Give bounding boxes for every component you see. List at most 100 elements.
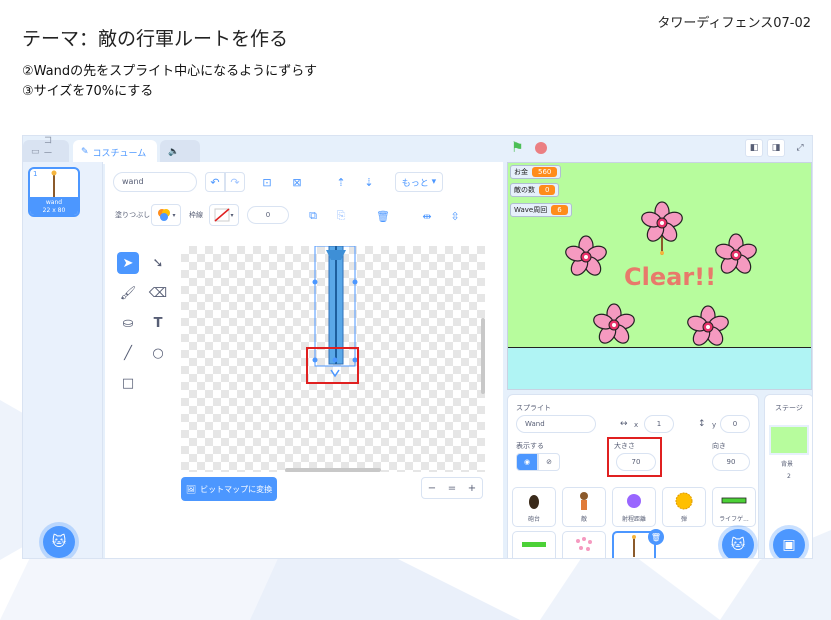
costume-label: wand 22 x 80 — [30, 197, 78, 215]
blossom-cluster-icon — [563, 532, 605, 558]
backdrop-thumbnail[interactable] — [769, 425, 809, 455]
undo-icon[interactable]: ↶ — [205, 172, 225, 192]
circle-tool-icon[interactable]: ○ — [147, 342, 169, 364]
scratch-editor: ▭ コード ✎ コスチューム 🔈 1 wand 22 x 80 🐱 — [22, 135, 813, 559]
select-tool-icon[interactable]: ➤ — [117, 252, 139, 274]
brush-tool-icon[interactable]: 🖌 — [117, 282, 139, 304]
convert-label: ビットマップに変換 — [200, 484, 273, 494]
costume-thumbnail[interactable]: 1 wand 22 x 80 — [28, 167, 80, 217]
stage-water — [508, 347, 811, 389]
sprite-tile-bullet[interactable]: 弾 — [662, 487, 706, 527]
group-icon[interactable]: ⊡ — [257, 172, 277, 192]
sprite-tile-lifegauge[interactable]: ライフゲ... — [712, 487, 756, 527]
costume-name-input[interactable]: wand — [113, 172, 197, 192]
x-position-input[interactable]: 1 — [644, 415, 674, 433]
chevron-down-icon: ▾ — [428, 177, 437, 187]
tab-code[interactable]: ▭ コード — [23, 136, 69, 172]
show-visible-button[interactable]: ◉ — [516, 453, 538, 471]
sprite-tile-label: 敵 — [580, 516, 587, 523]
blossom-sprite — [713, 233, 759, 277]
zoom-reset-icon[interactable]: = — [442, 478, 462, 498]
fill-tool-icon[interactable]: ⛀ — [117, 312, 139, 334]
more-label: もっと — [401, 178, 429, 189]
tab-costume[interactable]: ✎ コスチューム — [73, 140, 157, 164]
stage[interactable]: お金 560 敵の数 0 Wave周回 6 Clear!! — [507, 162, 812, 390]
costume-list: 1 wand 22 x 80 🐱 — [23, 162, 103, 558]
y-position-input[interactable]: 0 — [720, 415, 750, 433]
delete-sprite-icon[interactable]: 🗑 — [648, 529, 664, 545]
backward-icon[interactable]: ⇣ — [359, 172, 379, 192]
chevron-down-icon: ▾ — [172, 211, 176, 219]
delete-icon[interactable]: 🗑 — [373, 206, 393, 226]
zoom-in-icon[interactable]: + — [462, 478, 482, 498]
instruction-step-3: ③サイズを70%にする — [22, 84, 154, 99]
sprite-tile-cannon[interactable]: 砲台 — [512, 487, 556, 527]
text-tool-icon[interactable]: T — [147, 312, 169, 334]
green-flag-icon[interactable]: ⚑ — [511, 140, 527, 156]
enemy-icon — [563, 488, 605, 514]
sprite-tile-range[interactable]: 射程距離 — [612, 487, 656, 527]
green-bar-icon — [513, 532, 555, 558]
cannon-icon — [513, 488, 555, 514]
no-color-icon — [214, 208, 230, 222]
paste-icon[interactable]: ⎘ — [331, 206, 351, 226]
editor-tabs: ▭ コード ✎ コスチューム 🔈 — [23, 136, 503, 172]
reshape-tool-icon[interactable]: ➘ — [147, 252, 169, 274]
copy-icon[interactable]: ⧉ — [303, 206, 323, 226]
stage-toolbar: ⚑ ◧ ◨ ⤢ — [507, 136, 812, 162]
y-label: y — [712, 421, 717, 429]
sprite-tile-label: 射程距離 — [621, 516, 646, 523]
cat-icon: 🐱 — [51, 534, 67, 550]
flip-horizontal-icon[interactable]: ⇹ — [417, 206, 437, 226]
fill-color-picker[interactable]: ▾ — [151, 204, 181, 226]
paint-editor: wand ↶ ↷ ⊡ ⊠ ⇡ ⇣ もっと ▾ 塗りつぶし ▾ 枠線 ▾ 0 ⧉ … — [105, 162, 503, 558]
tab-sound[interactable]: 🔈 — [160, 140, 200, 164]
direction-input[interactable]: 90 — [712, 453, 750, 471]
stage-title: ステージ — [775, 404, 803, 412]
sprite-tile-blossom[interactable] — [562, 531, 606, 558]
slide-title: テーマ：敵の行軍ルートを作る — [22, 28, 289, 50]
eraser-tool-icon[interactable]: ⌫ — [147, 282, 169, 304]
costume-number: 1 — [33, 170, 38, 178]
sprite-tile-label: ライフゲ... — [719, 516, 749, 523]
rectangle-tool-icon[interactable]: □ — [117, 372, 139, 394]
direction-label: 向き — [712, 442, 726, 450]
sprite-tile-bar[interactable] — [512, 531, 556, 558]
add-costume-button[interactable]: 🐱 — [43, 526, 75, 558]
stop-icon[interactable] — [535, 142, 547, 154]
add-sprite-button[interactable]: 🐱 — [722, 529, 754, 558]
convert-to-bitmap-button[interactable]: 🖼 ビットマップに変換 — [181, 477, 277, 501]
sprite-label: スプライト — [516, 404, 551, 412]
line-tool-icon[interactable]: ╱ — [117, 342, 139, 364]
x-label: x — [634, 421, 639, 429]
sprite-tile-label: 弾 — [680, 516, 687, 523]
small-stage-icon[interactable]: ◧ — [745, 139, 763, 157]
add-backdrop-button[interactable]: ▣ — [773, 529, 805, 558]
zoom-controls: − = + — [421, 477, 483, 499]
forward-icon[interactable]: ⇡ — [331, 172, 351, 192]
stage-pane: ステージ 背景 2 ▣ — [764, 394, 812, 558]
redo-icon[interactable]: ↷ — [225, 172, 245, 192]
outline-width-input[interactable]: 0 — [247, 206, 289, 224]
blossom-sprite — [563, 235, 609, 279]
clear-message: Clear!! — [624, 263, 717, 291]
eye-icon: ◉ — [523, 458, 531, 466]
costume-name: wand — [45, 199, 63, 206]
flip-vertical-icon[interactable]: ⇳ — [445, 206, 465, 226]
blossom-sprite — [685, 305, 731, 349]
cat-icon: 🐱 — [730, 537, 746, 553]
show-label: 表示する — [516, 442, 544, 450]
more-button[interactable]: もっと ▾ — [395, 172, 443, 192]
zoom-out-icon[interactable]: − — [422, 478, 442, 498]
fill-label: 塗りつぶし — [115, 211, 151, 219]
outline-color-picker[interactable]: ▾ — [209, 204, 239, 226]
sprite-name-input[interactable]: Wand — [516, 415, 596, 433]
slide-tag: タワーディフェンス07-02 — [657, 16, 811, 31]
highlight-center-box — [306, 347, 359, 384]
fullscreen-icon[interactable]: ⤢ — [791, 139, 809, 157]
costume-size: 22 x 80 — [42, 207, 66, 214]
large-stage-icon[interactable]: ◨ — [767, 139, 785, 157]
show-hidden-button[interactable]: ⊘ — [538, 453, 560, 471]
sprite-tile-enemy[interactable]: 敵 — [562, 487, 606, 527]
ungroup-icon[interactable]: ⊠ — [287, 172, 307, 192]
